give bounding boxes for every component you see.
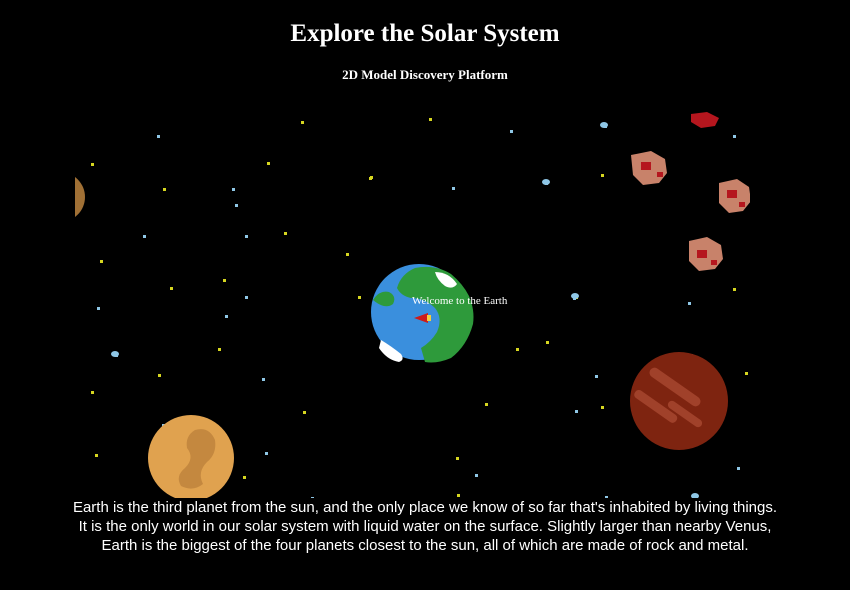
star xyxy=(223,279,226,282)
star xyxy=(303,411,306,414)
star xyxy=(516,348,519,351)
star xyxy=(232,188,235,191)
solar-system-canvas[interactable]: Welcome to the Earth xyxy=(75,110,750,498)
page-subtitle: 2D Model Discovery Platform xyxy=(342,67,508,82)
venus-planet[interactable] xyxy=(148,415,234,498)
star xyxy=(225,315,228,318)
star xyxy=(601,406,604,409)
star xyxy=(733,288,736,291)
star xyxy=(510,130,513,133)
page-title: Explore the Solar System xyxy=(290,20,560,47)
earth-welcome-label: Welcome to the Earth xyxy=(412,295,508,307)
star xyxy=(358,296,361,299)
star xyxy=(284,232,287,235)
star xyxy=(243,476,246,479)
star xyxy=(429,118,432,121)
asteroid[interactable] xyxy=(689,237,723,271)
star xyxy=(95,454,98,457)
star xyxy=(370,176,373,179)
star xyxy=(262,378,265,381)
star xyxy=(457,494,460,497)
star xyxy=(265,452,268,455)
star xyxy=(733,135,736,138)
star xyxy=(301,121,304,124)
star xyxy=(97,307,100,310)
star xyxy=(546,341,549,344)
star xyxy=(456,457,459,460)
star xyxy=(485,403,488,406)
partial-planet-left[interactable] xyxy=(75,172,85,222)
star xyxy=(737,467,740,470)
star xyxy=(100,260,103,263)
star xyxy=(452,187,455,190)
asteroid[interactable] xyxy=(719,179,750,213)
star xyxy=(745,372,748,375)
star xyxy=(91,163,94,166)
star xyxy=(157,135,160,138)
asteroid[interactable] xyxy=(691,112,719,128)
star xyxy=(111,351,119,357)
earth-planet[interactable] xyxy=(371,264,474,363)
star xyxy=(235,204,238,207)
star xyxy=(475,474,478,477)
planet-description: Earth is the third planet from the sun, … xyxy=(72,499,778,554)
star xyxy=(158,374,161,377)
star xyxy=(170,287,173,290)
star xyxy=(688,302,691,305)
star xyxy=(346,253,349,256)
star xyxy=(595,375,598,378)
star xyxy=(218,348,221,351)
asteroid[interactable] xyxy=(631,151,667,185)
star xyxy=(245,235,248,238)
mars-planet[interactable] xyxy=(630,352,728,450)
star xyxy=(571,293,579,299)
star xyxy=(143,235,146,238)
star xyxy=(245,296,248,299)
star xyxy=(601,174,604,177)
star xyxy=(91,391,94,394)
star xyxy=(267,162,270,165)
star xyxy=(163,188,166,191)
star xyxy=(600,122,608,128)
star xyxy=(575,410,578,413)
star xyxy=(542,179,550,185)
